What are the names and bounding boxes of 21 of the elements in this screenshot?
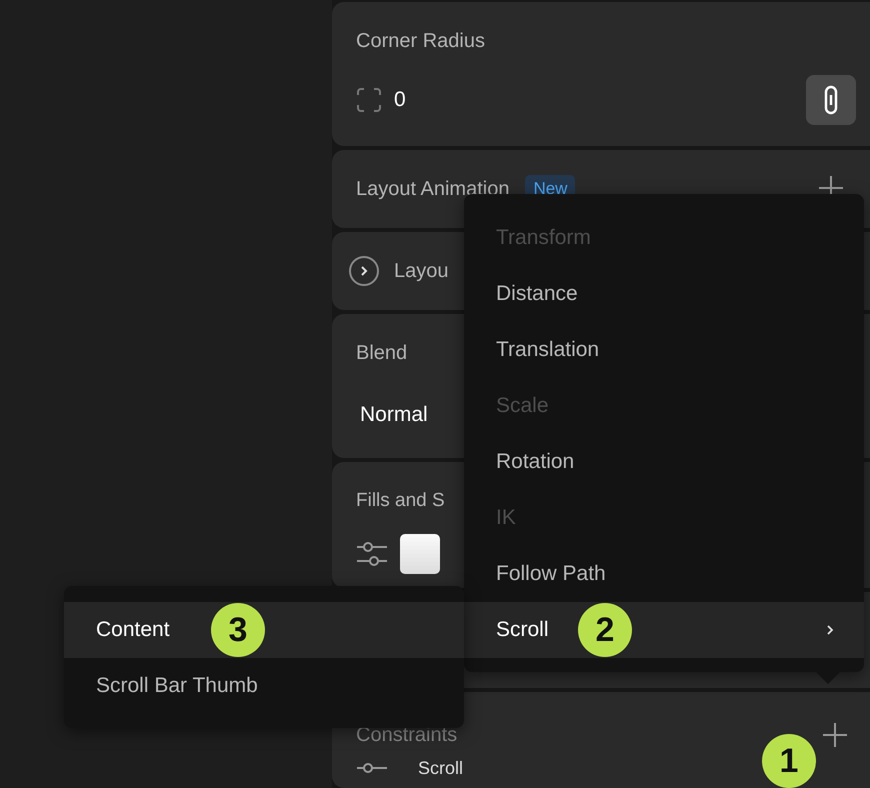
sliders-icon[interactable]: [356, 541, 388, 567]
menu-item[interactable]: Rotation: [464, 434, 864, 490]
menu-item[interactable]: Translation: [464, 322, 864, 378]
color-swatch[interactable]: [400, 534, 440, 574]
link-icon: [824, 85, 838, 115]
section-title: Constraints: [356, 724, 458, 746]
sliders-icon[interactable]: [356, 762, 388, 776]
chevron-icon[interactable]: [348, 255, 380, 287]
link-button[interactable]: [806, 75, 856, 125]
plus-icon[interactable]: [822, 722, 848, 748]
radius-value[interactable]: 0: [394, 88, 406, 112]
blend-mode-value[interactable]: Normal: [360, 403, 428, 427]
section-title: Layou: [394, 260, 448, 282]
menu-item[interactable]: Scroll Bar Thumb: [64, 658, 464, 714]
corner-radius-icon: [356, 87, 382, 113]
constraint-label: Scroll: [418, 758, 464, 779]
section-title: Fills and S: [356, 490, 445, 511]
menu-item[interactable]: Distance: [464, 266, 864, 322]
section-title: Blend: [356, 342, 408, 365]
menu-item[interactable]: Follow Path: [464, 546, 864, 602]
section-title: Corner Radius: [356, 30, 485, 52]
